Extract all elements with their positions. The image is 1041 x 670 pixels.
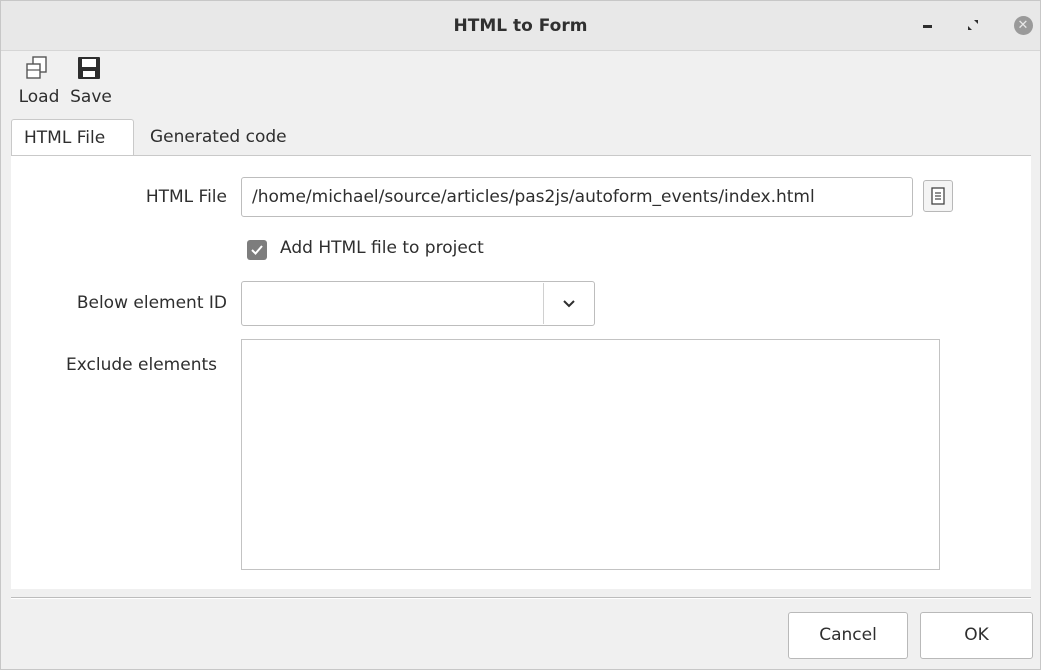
minimize-button[interactable]: [913, 11, 941, 39]
maximize-icon: [968, 20, 978, 30]
tab-generated-code[interactable]: Generated code: [138, 119, 318, 156]
load-button[interactable]: Load: [11, 51, 67, 113]
exclude-elements-label: Exclude elements: [66, 355, 217, 375]
exclude-elements-textarea[interactable]: [241, 339, 940, 570]
browse-file-button[interactable]: [923, 180, 953, 212]
save-label: Save: [70, 87, 112, 107]
minimize-icon: [922, 24, 932, 28]
below-element-label: Below element ID: [76, 293, 227, 313]
combo-dropdown-button[interactable]: [544, 282, 594, 325]
close-button[interactable]: ✕: [1009, 11, 1037, 39]
load-icon: [26, 56, 47, 79]
add-to-project-label: Add HTML file to project: [280, 238, 484, 258]
save-icon: [78, 57, 100, 79]
save-button[interactable]: Save: [63, 51, 119, 113]
ok-button[interactable]: OK: [920, 612, 1033, 659]
html-file-input[interactable]: /home/michael/source/articles/pas2js/aut…: [241, 177, 913, 217]
html-file-label: HTML File: [145, 187, 227, 207]
cancel-button[interactable]: Cancel: [788, 612, 908, 659]
chevron-down-icon: [563, 300, 575, 308]
checkmark-icon: [251, 245, 263, 255]
toolbar: Load Save: [1, 51, 1040, 113]
tab-html-file[interactable]: HTML File: [11, 119, 134, 156]
browse-file-icon: [931, 187, 945, 205]
below-element-combo[interactable]: [241, 281, 595, 326]
load-label: Load: [18, 87, 60, 107]
tab-page-html-file: HTML File /home/michael/source/articles/…: [11, 155, 1031, 589]
html-file-value: /home/michael/source/articles/pas2js/aut…: [252, 187, 815, 207]
maximize-button[interactable]: [959, 11, 987, 39]
title-bar: HTML to Form ✕: [1, 1, 1040, 51]
window-title: HTML to Form: [453, 16, 588, 36]
bottom-divider: [11, 597, 1031, 599]
html-to-form-dialog: HTML to Form ✕ Load Save HTML File Gener…: [0, 0, 1041, 670]
close-icon: ✕: [1013, 15, 1033, 35]
add-to-project-checkbox[interactable]: [247, 240, 267, 260]
